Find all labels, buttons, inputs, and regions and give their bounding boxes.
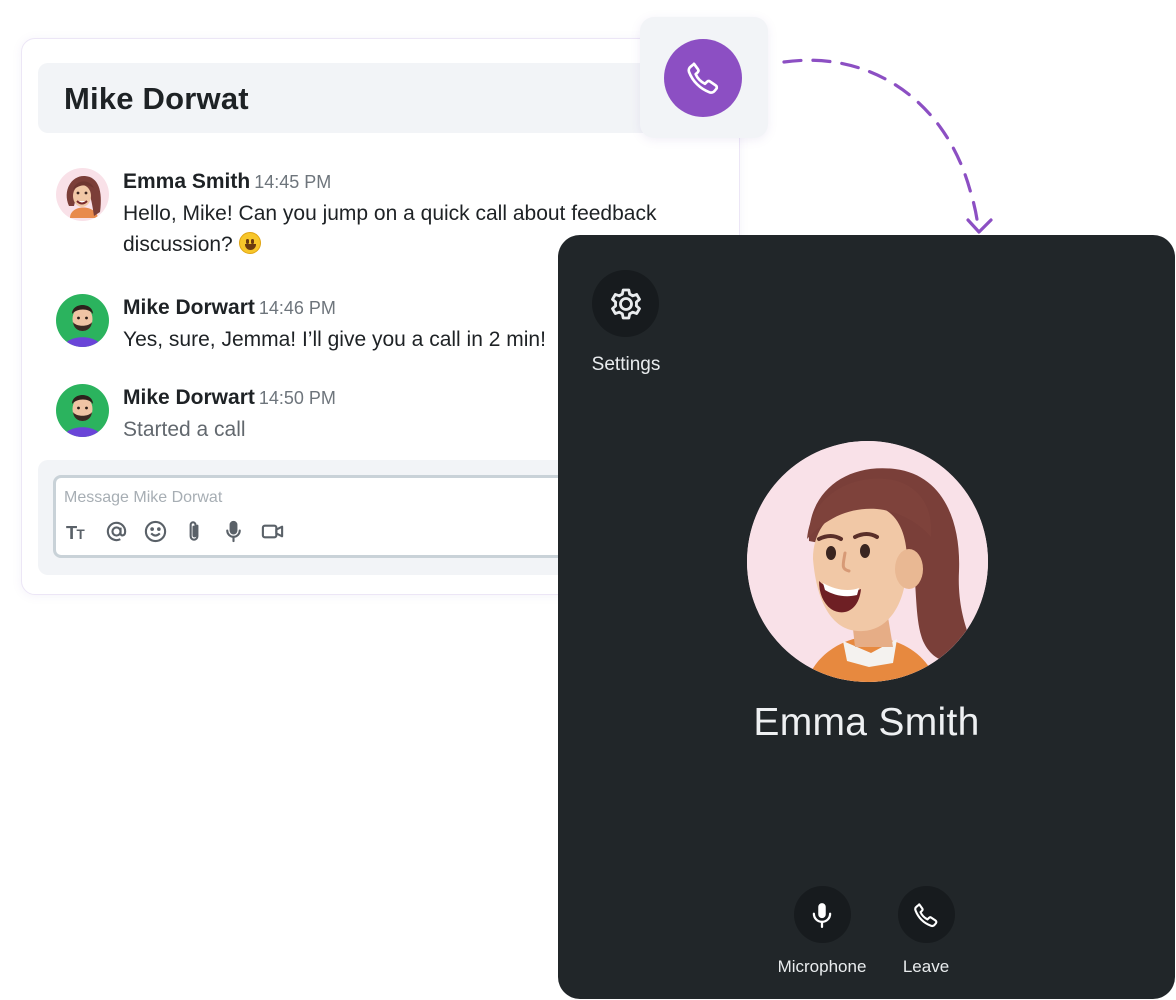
settings-label: Settings — [591, 354, 661, 375]
microphone-button[interactable] — [793, 886, 851, 943]
message-composer: TT — [53, 475, 613, 558]
avatar-mike[interactable] — [56, 384, 109, 437]
emoji-icon[interactable] — [142, 518, 169, 545]
chat-header: Mike Dorwat — [38, 63, 725, 133]
settings-button[interactable] — [592, 270, 659, 337]
call-button-container — [640, 17, 768, 138]
message-author[interactable]: Emma Smith — [123, 170, 250, 193]
message-time: 14:50 PM — [258, 388, 336, 408]
message-time: 14:46 PM — [258, 298, 336, 318]
video-icon[interactable] — [259, 518, 286, 545]
avatar-mike[interactable] — [56, 294, 109, 347]
composer-toolbar: TT — [64, 518, 286, 545]
caller-avatar — [747, 441, 988, 682]
attach-icon[interactable] — [181, 518, 208, 545]
caller-name: Emma Smith — [753, 701, 980, 744]
call-panel: Settings Emma Smith Microphone Leave — [558, 235, 1175, 999]
svg-text:T: T — [77, 527, 86, 542]
microphone-label: Microphone — [777, 957, 867, 976]
mention-icon[interactable] — [103, 518, 130, 545]
svg-text:T: T — [66, 522, 77, 543]
microphone-icon — [812, 902, 832, 928]
message-text-line2: discussion? — [123, 233, 233, 256]
leave-label: Leave — [902, 957, 950, 976]
phone-icon — [914, 902, 938, 927]
call-flow-arrow — [782, 58, 993, 234]
message-author[interactable]: Mike Dorwart — [123, 296, 255, 319]
grinning-face-emoji-icon — [238, 232, 261, 254]
message-input[interactable] — [64, 486, 564, 510]
leave-button[interactable] — [897, 886, 955, 943]
microphone-icon[interactable] — [220, 518, 247, 545]
microphone-control: Microphone — [772, 886, 872, 977]
avatar-emma[interactable] — [56, 168, 109, 221]
phone-icon — [687, 62, 719, 94]
message-text-line1: Hello, Mike! Can you jump on a quick cal… — [123, 202, 657, 225]
leave-control: Leave — [876, 886, 976, 977]
chat-title: Mike Dorwat — [64, 81, 249, 116]
text-format-icon[interactable]: TT — [64, 518, 91, 545]
start-call-button[interactable] — [664, 39, 742, 117]
message-time: 14:45 PM — [254, 172, 332, 192]
message-author[interactable]: Mike Dorwart — [123, 386, 255, 409]
gear-icon — [610, 288, 641, 319]
